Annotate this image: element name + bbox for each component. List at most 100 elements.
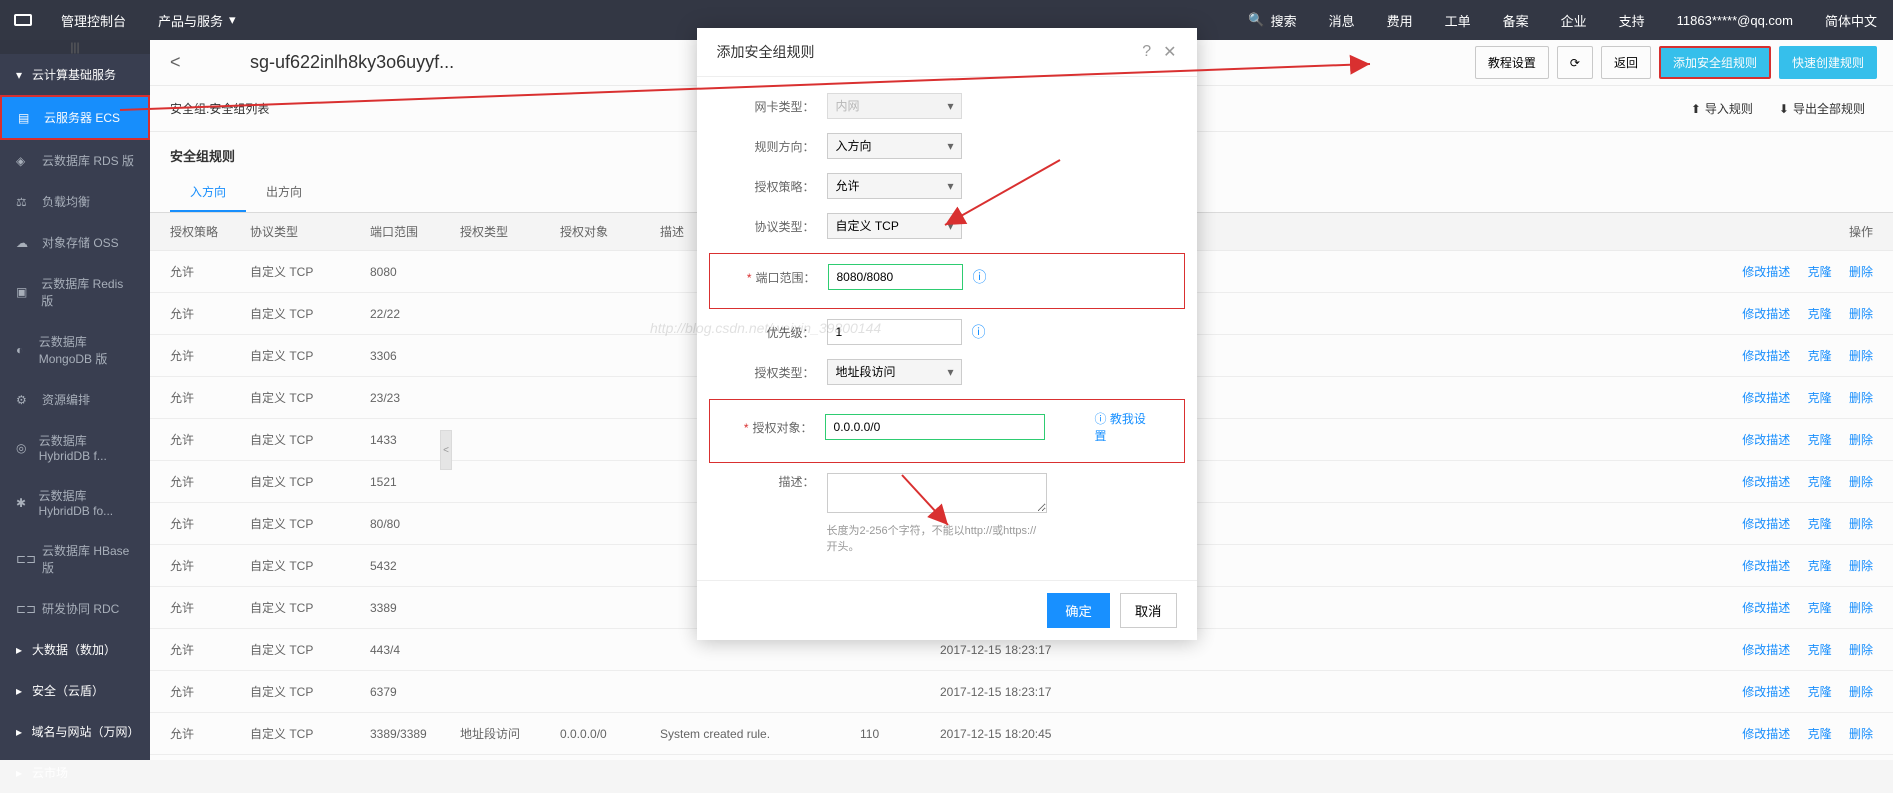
- btn-cancel[interactable]: 取消: [1120, 593, 1177, 628]
- action-clone[interactable]: 克隆: [1808, 391, 1832, 405]
- nav-products[interactable]: 产品与服务 ▾: [142, 0, 252, 40]
- action-modify[interactable]: 修改描述: [1742, 475, 1790, 489]
- action-delete[interactable]: 删除: [1849, 349, 1873, 363]
- action-modify[interactable]: 修改描述: [1742, 685, 1790, 699]
- sidebar-item-mongodb[interactable]: ◐云数据库 MongoDB 版: [0, 321, 150, 379]
- tab-outbound[interactable]: 出方向: [246, 173, 322, 212]
- chevron-right-icon: ▸: [16, 684, 26, 698]
- btn-add-rule[interactable]: 添加安全组规则: [1659, 46, 1771, 79]
- sidebar-section-bigdata[interactable]: ▸大数据（数加）: [0, 629, 150, 670]
- import-rules[interactable]: ⬆导入规则: [1683, 96, 1761, 121]
- action-clone[interactable]: 克隆: [1808, 685, 1832, 699]
- export-rules[interactable]: ⬇导出全部规则: [1771, 96, 1873, 121]
- action-modify[interactable]: 修改描述: [1742, 727, 1790, 741]
- help-link[interactable]: ⓘ 教我设置: [1095, 410, 1156, 444]
- nav-messages[interactable]: 消息: [1313, 0, 1371, 40]
- nav-lang[interactable]: 简体中文: [1809, 0, 1893, 40]
- sidebar-item-hybriddb1[interactable]: ◎云数据库 HybridDB f...: [0, 420, 150, 475]
- btn-refresh[interactable]: ⟳: [1557, 46, 1593, 79]
- action-clone[interactable]: 克隆: [1808, 265, 1832, 279]
- btn-back[interactable]: 返回: [1601, 46, 1651, 79]
- sidebar-item-hybriddb2[interactable]: ✱云数据库HybridDB fo...: [0, 475, 150, 530]
- action-modify[interactable]: 修改描述: [1742, 643, 1790, 657]
- label-auth-obj: *授权对象：: [738, 419, 825, 436]
- sidebar-section-compute[interactable]: ▾云计算基础服务: [0, 54, 150, 95]
- action-delete[interactable]: 删除: [1849, 307, 1873, 321]
- btn-ok[interactable]: 确定: [1047, 593, 1110, 628]
- action-delete[interactable]: 删除: [1849, 475, 1873, 489]
- nav-billing[interactable]: 费用: [1371, 0, 1429, 40]
- tab-inbound[interactable]: 入方向: [170, 173, 246, 212]
- action-clone[interactable]: 克隆: [1808, 643, 1832, 657]
- action-delete[interactable]: 删除: [1849, 265, 1873, 279]
- back-button[interactable]: <: [170, 52, 210, 73]
- select-protocol[interactable]: 自定义 TCP: [827, 213, 962, 239]
- nav-search[interactable]: 🔍搜索: [1232, 0, 1312, 40]
- action-delete[interactable]: 删除: [1849, 433, 1873, 447]
- action-delete[interactable]: 删除: [1849, 685, 1873, 699]
- info-icon[interactable]: ⓘ: [973, 267, 987, 287]
- action-delete[interactable]: 删除: [1849, 601, 1873, 615]
- sidebar-item-oss[interactable]: ☁对象存储 OSS: [0, 222, 150, 263]
- action-delete[interactable]: 删除: [1849, 391, 1873, 405]
- sidebar-item-redis[interactable]: ▣云数据库 Redis 版: [0, 263, 150, 321]
- btn-tutorial[interactable]: 教程设置: [1475, 46, 1549, 79]
- cell-port: 6379: [370, 685, 460, 699]
- sidebar-item-slb[interactable]: ⚖负载均衡: [0, 181, 150, 222]
- nav-enterprise[interactable]: 企业: [1545, 0, 1603, 40]
- action-clone[interactable]: 克隆: [1808, 349, 1832, 363]
- action-delete[interactable]: 删除: [1849, 559, 1873, 573]
- logo[interactable]: [0, 14, 45, 26]
- action-clone[interactable]: 克隆: [1808, 727, 1832, 741]
- action-clone[interactable]: 克隆: [1808, 433, 1832, 447]
- table-row: 允许 自定义 TCP 6379 2017-12-15 18:23:17 修改描述…: [150, 671, 1893, 713]
- sidebar-section-security[interactable]: ▸安全（云盾）: [0, 670, 150, 711]
- cell-policy: 允许: [170, 347, 250, 364]
- info-icon[interactable]: ⓘ: [972, 322, 986, 342]
- action-modify[interactable]: 修改描述: [1742, 307, 1790, 321]
- collapse-handle[interactable]: <: [440, 430, 452, 470]
- action-clone[interactable]: 克隆: [1808, 601, 1832, 615]
- textarea-desc[interactable]: [827, 473, 1047, 513]
- action-modify[interactable]: 修改描述: [1742, 601, 1790, 615]
- input-auth-obj[interactable]: [825, 414, 1045, 440]
- orchestration-icon: ⚙: [16, 393, 32, 407]
- close-icon[interactable]: ✕: [1163, 42, 1176, 62]
- action-modify[interactable]: 修改描述: [1742, 391, 1790, 405]
- sidebar-section-domain[interactable]: ▸域名与网站（万网）: [0, 711, 150, 752]
- select-auth-type[interactable]: 地址段访问: [827, 359, 962, 385]
- help-icon[interactable]: ?: [1142, 43, 1151, 61]
- action-delete[interactable]: 删除: [1849, 517, 1873, 531]
- cell-protocol: 自定义 TCP: [250, 641, 370, 658]
- action-modify[interactable]: 修改描述: [1742, 517, 1790, 531]
- action-modify[interactable]: 修改描述: [1742, 265, 1790, 279]
- cell-actions: 修改描述 克隆 删除: [1120, 641, 1873, 658]
- btn-quick-create[interactable]: 快速创建规则: [1779, 46, 1877, 79]
- nav-support[interactable]: 支持: [1603, 0, 1661, 40]
- sidebar-item-hbase[interactable]: ⊏⊐云数据库 HBase 版: [0, 530, 150, 588]
- action-clone[interactable]: 克隆: [1808, 559, 1832, 573]
- sidebar-section-market[interactable]: ▸云市场: [0, 752, 150, 793]
- input-port-range[interactable]: [828, 264, 963, 290]
- sidebar-item-rds[interactable]: ◈云数据库 RDS 版: [0, 140, 150, 181]
- nav-console[interactable]: 管理控制台: [45, 0, 142, 40]
- nav-account[interactable]: 11863*****@qq.com: [1661, 0, 1809, 40]
- select-policy[interactable]: 允许: [827, 173, 962, 199]
- nav-icp[interactable]: 备案: [1487, 0, 1545, 40]
- action-delete[interactable]: 删除: [1849, 727, 1873, 741]
- sidebar-collapse[interactable]: |||: [0, 40, 150, 54]
- sidebar-item-ecs[interactable]: ▤云服务器 ECS: [0, 95, 150, 140]
- nav-tickets[interactable]: 工单: [1429, 0, 1487, 40]
- action-modify[interactable]: 修改描述: [1742, 559, 1790, 573]
- action-clone[interactable]: 克隆: [1808, 307, 1832, 321]
- storage-icon: ☁: [16, 236, 32, 250]
- action-modify[interactable]: 修改描述: [1742, 349, 1790, 363]
- action-clone[interactable]: 克隆: [1808, 475, 1832, 489]
- sidebar-item-ros[interactable]: ⚙资源编排: [0, 379, 150, 420]
- input-priority[interactable]: [827, 319, 962, 345]
- action-delete[interactable]: 删除: [1849, 643, 1873, 657]
- sidebar-item-rdc[interactable]: ⊏⊐研发协同 RDC: [0, 588, 150, 629]
- action-clone[interactable]: 克隆: [1808, 517, 1832, 531]
- select-direction[interactable]: 入方向: [827, 133, 962, 159]
- action-modify[interactable]: 修改描述: [1742, 433, 1790, 447]
